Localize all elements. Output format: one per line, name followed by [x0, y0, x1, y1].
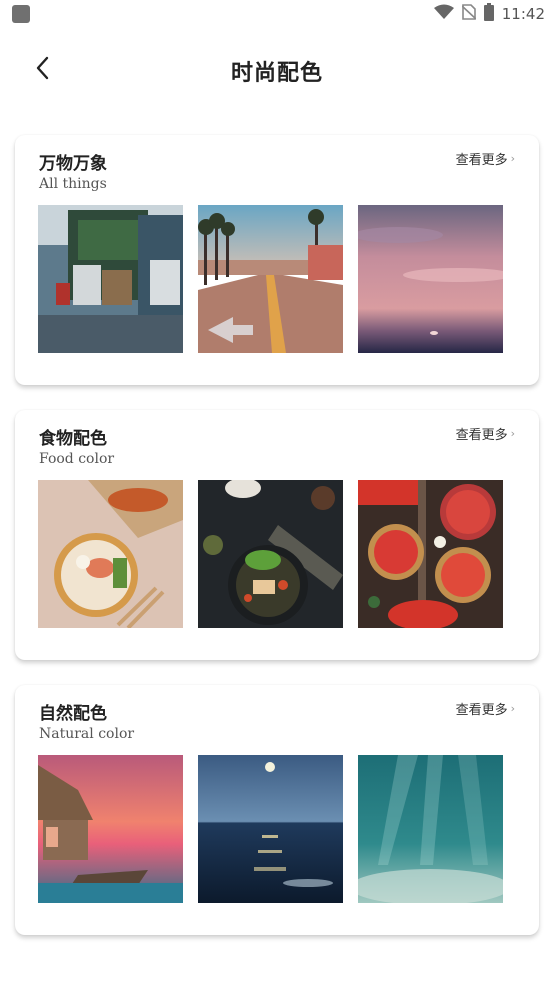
status-time: 11:42 [501, 5, 545, 23]
pink-sea-hut-photo[interactable] [38, 755, 183, 903]
section-title: 自然配色 [39, 704, 107, 724]
section-subtitle: Natural color [39, 726, 135, 742]
section-subtitle: Food color [39, 451, 115, 467]
see-more-button[interactable]: 查看更多 › [456, 149, 515, 168]
section-card-natural-color: 自然配色 Natural color 查看更多 › [15, 685, 539, 935]
battery-icon [483, 3, 494, 25]
see-more-label: 查看更多 [455, 703, 508, 718]
app-header: 时尚配色 [0, 40, 554, 100]
moonlit-sea-photo[interactable] [198, 755, 343, 903]
section-card-food-color: 食物配色 Food color 查看更多 › [15, 410, 539, 660]
strawberry-tarts-photo[interactable] [358, 480, 503, 628]
noodle-bowl-photo[interactable] [38, 480, 183, 628]
underwater-rays-photo[interactable] [358, 755, 503, 903]
palm-road-photo[interactable] [198, 205, 343, 353]
see-more-button[interactable]: 查看更多 › [456, 699, 515, 718]
thumbnail-row [38, 205, 503, 353]
section-title: 万物万象 [39, 154, 107, 174]
section-subtitle: All things [39, 176, 107, 192]
chevron-right-icon: › [510, 427, 515, 440]
chevron-right-icon: › [510, 152, 515, 165]
status-bar: 11:42 [0, 0, 554, 28]
pink-sunset-sky-photo[interactable] [358, 205, 503, 353]
stirfry-plate-photo[interactable] [198, 480, 343, 628]
thumbnail-row [38, 480, 503, 628]
chevron-right-icon: › [510, 702, 515, 715]
section-card-all-things: 万物万象 All things 查看更多 › [15, 135, 539, 385]
see-more-label: 查看更多 [455, 153, 508, 168]
page-title: 时尚配色 [230, 61, 323, 86]
app-notification-icon [12, 5, 30, 23]
thumbnail-row [38, 755, 503, 903]
no-sim-icon [461, 4, 477, 24]
wifi-icon [433, 4, 454, 24]
see-more-label: 查看更多 [455, 428, 508, 443]
street-shop-photo[interactable] [38, 205, 183, 353]
section-title: 食物配色 [39, 429, 107, 449]
see-more-button[interactable]: 查看更多 › [456, 424, 515, 443]
status-indicators: 11:42 [433, 3, 545, 25]
